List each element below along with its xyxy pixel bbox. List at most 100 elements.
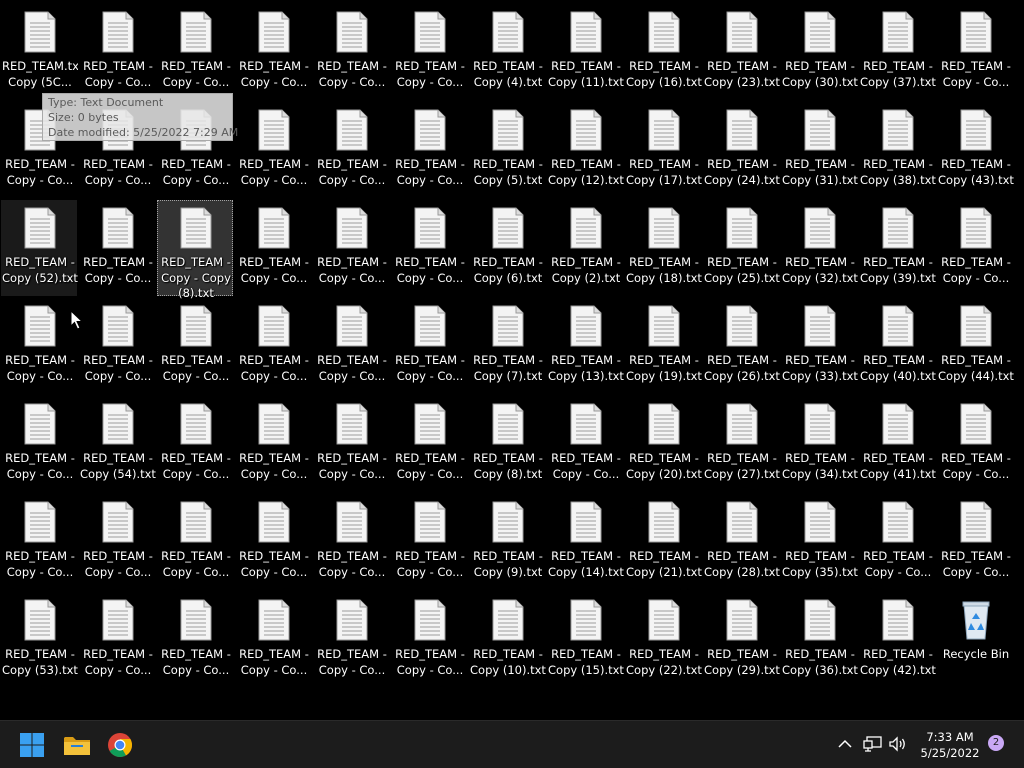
desktop-file-icon[interactable]: RED_TEAM - Copy (33).txt — [781, 298, 858, 394]
desktop-file-icon[interactable]: RED_TEAM - Copy (53).txt — [1, 592, 78, 688]
desktop-file-icon[interactable]: RED_TEAM - Copy - Co... — [313, 4, 389, 100]
desktop-file-icon[interactable]: RED_TEAM - Copy (9).txt — [469, 494, 545, 590]
desktop-file-icon[interactable]: RED_TEAM - Copy (34).txt — [781, 396, 858, 492]
desktop-file-icon[interactable]: RED_TEAM - Copy (11).txt — [547, 4, 624, 100]
desktop-file-icon[interactable]: RED_TEAM - Copy (16).txt — [625, 4, 702, 100]
desktop-file-icon[interactable]: RED_TEAM - Copy (12).txt — [547, 102, 624, 198]
network-icon[interactable] — [862, 735, 884, 753]
desktop-file-icon[interactable]: RED_TEAM - Copy - Co... — [313, 396, 389, 492]
desktop-file-icon[interactable]: RED_TEAM - Copy (31).txt — [781, 102, 858, 198]
desktop-file-icon[interactable]: RED_TEAM - Copy (27).txt — [703, 396, 780, 492]
desktop-file-icon[interactable]: RED_TEAM - Copy (39).txt — [859, 200, 936, 296]
desktop-file-icon[interactable]: RED_TEAM - Copy - Co... — [937, 4, 1013, 100]
desktop-file-icon[interactable]: RED_TEAM - Copy - Co... — [79, 4, 155, 100]
text-document-icon — [570, 501, 602, 543]
desktop-file-icon[interactable]: RED_TEAM - Copy (43).txt — [937, 102, 1014, 198]
desktop-file-icon[interactable]: RED_TEAM - Copy - Co... — [235, 592, 311, 688]
desktop-file-icon[interactable]: RED_TEAM - Copy (22).txt — [625, 592, 702, 688]
desktop-file-icon[interactable]: RED_TEAM - Copy (5).txt — [469, 102, 545, 198]
desktop-file-icon[interactable]: RED_TEAM - Copy - Co... — [235, 494, 311, 590]
desktop-file-icon[interactable]: RED_TEAM - Copy - Co... — [391, 102, 467, 198]
notification-badge[interactable]: 2 — [988, 735, 1004, 751]
desktop-file-icon[interactable]: RED_TEAM - Copy (42).txt — [859, 592, 936, 688]
desktop-file-icon[interactable]: RED_TEAM - Copy (4).txt — [469, 4, 545, 100]
desktop-file-icon[interactable]: RED_TEAM - Copy - Co... — [937, 200, 1013, 296]
desktop-file-icon[interactable]: RED_TEAM - Copy (20).txt — [625, 396, 702, 492]
desktop-file-icon[interactable]: RED_TEAM - Copy (25).txt — [703, 200, 780, 296]
chrome-icon[interactable] — [104, 729, 136, 761]
desktop-file-icon[interactable]: RED_TEAM - Copy (40).txt — [859, 298, 936, 394]
desktop-file-icon[interactable]: RED_TEAM - Copy - Co... — [157, 494, 233, 590]
file-explorer-icon[interactable] — [61, 729, 93, 761]
desktop-file-icon[interactable]: RED_TEAM - Copy - Co... — [313, 592, 389, 688]
desktop-file-icon[interactable]: RED_TEAM - Copy (41).txt — [859, 396, 936, 492]
desktop-file-icon[interactable]: RED_TEAM - Copy - Co... — [157, 4, 233, 100]
desktop-file-icon[interactable]: RED_TEAM - Copy (38).txt — [859, 102, 936, 198]
desktop-file-icon[interactable]: RED_TEAM - Copy - Co... — [1, 298, 77, 394]
desktop-file-icon[interactable]: RED_TEAM - Copy - Co... — [157, 592, 233, 688]
desktop-file-icon[interactable]: RED_TEAM - Copy (29).txt — [703, 592, 780, 688]
desktop-file-icon[interactable]: RED_TEAM - Copy - Co... — [313, 102, 389, 198]
desktop-file-icon[interactable]: RED_TEAM - Copy - Co... — [391, 592, 467, 688]
desktop-file-icon[interactable]: RED_TEAM - Copy - Co... — [391, 396, 467, 492]
desktop-file-icon[interactable]: RED_TEAM - Copy - Co... — [157, 396, 233, 492]
desktop-file-icon[interactable]: RED_TEAM - Copy (23).txt — [703, 4, 780, 100]
desktop-file-icon[interactable]: RED_TEAM - Copy (7).txt — [469, 298, 545, 394]
desktop-file-icon[interactable]: RED_TEAM - Copy (36).txt — [781, 592, 858, 688]
desktop-file-icon[interactable]: RED_TEAM - Copy - Co... — [937, 396, 1013, 492]
desktop-file-icon[interactable]: RED_TEAM - Copy - Co... — [391, 298, 467, 394]
desktop-file-icon[interactable]: RED_TEAM - Copy - Copy (8).txt — [157, 200, 233, 300]
desktop-file-icon[interactable]: RED_TEAM - Copy (10).txt — [469, 592, 546, 688]
desktop-file-icon[interactable]: RED_TEAM - Copy (2).txt — [547, 200, 623, 296]
desktop-file-icon[interactable]: RED_TEAM - Copy - Co... — [391, 494, 467, 590]
desktop-file-icon[interactable]: RED_TEAM - Copy (8).txt — [469, 396, 545, 492]
desktop-file-icon[interactable]: RED_TEAM - Copy (44).txt — [937, 298, 1014, 394]
desktop-file-icon[interactable]: RED_TEAM - Copy - Co... — [859, 494, 935, 590]
desktop-icon-label-line: RED_TEAM - — [83, 255, 153, 269]
windows-start-icon[interactable] — [16, 729, 48, 761]
desktop-file-icon[interactable]: RED_TEAM - Copy (35).txt — [781, 494, 858, 590]
chevron-up-icon[interactable] — [836, 735, 854, 753]
desktop-icon-label-line: RED_TEAM - — [161, 59, 231, 73]
desktop-file-icon[interactable]: RED_TEAM - Copy (26).txt — [703, 298, 780, 394]
desktop-file-icon[interactable]: RED_TEAM - Copy (37).txt — [859, 4, 936, 100]
desktop-file-icon[interactable]: RED_TEAM - Copy (32).txt — [781, 200, 858, 296]
desktop-file-icon[interactable]: RED_TEAM - Copy - Co... — [235, 102, 311, 198]
desktop-file-icon[interactable]: RED_TEAM - Copy - Co... — [1, 494, 77, 590]
desktop-file-icon[interactable]: RED_TEAM - Copy - Co... — [313, 494, 389, 590]
desktop-file-icon[interactable]: RED_TEAM - Copy - Co... — [1, 396, 77, 492]
desktop-file-icon[interactable]: RED_TEAM - Copy - Co... — [937, 494, 1013, 590]
desktop-file-icon[interactable]: RED_TEAM - Copy - Co... — [235, 200, 311, 296]
desktop-file-icon[interactable]: RED_TEAM - Copy - Co... — [157, 298, 233, 394]
desktop-file-icon[interactable]: RED_TEAM - Copy (13).txt — [547, 298, 624, 394]
desktop-file-icon[interactable]: RED_TEAM - Copy (52).txt — [1, 200, 78, 296]
system-clock[interactable]: 7:33 AM 5/25/2022 — [916, 729, 984, 761]
desktop-file-icon[interactable]: RED_TEAM - Copy - Co... — [547, 396, 623, 492]
recycle-bin[interactable]: Recycle Bin — [937, 592, 1013, 688]
desktop-file-icon[interactable]: RED_TEAM - Copy (6).txt — [469, 200, 545, 296]
desktop-file-icon[interactable]: RED_TEAM - Copy - Co... — [313, 200, 389, 296]
desktop-file-icon[interactable]: RED_TEAM - Copy - Co... — [313, 298, 389, 394]
desktop-file-icon[interactable]: RED_TEAM - Copy - Co... — [391, 200, 467, 296]
desktop-file-icon[interactable]: RED_TEAM - Copy - Co... — [235, 396, 311, 492]
desktop-file-icon[interactable]: RED_TEAM - Copy - Co... — [391, 4, 467, 100]
desktop-file-icon[interactable]: RED_TEAM - Copy (28).txt — [703, 494, 780, 590]
desktop-file-icon[interactable]: RED_TEAM - Copy (54).txt — [79, 396, 156, 492]
desktop-file-icon[interactable]: RED_TEAM - Copy - Co... — [235, 298, 311, 394]
desktop-file-icon[interactable]: RED_TEAM - Copy - Co... — [79, 494, 155, 590]
desktop-file-icon[interactable]: RED_TEAM - Copy (17).txt — [625, 102, 702, 198]
desktop-file-icon[interactable]: RED_TEAM - Copy - Co... — [79, 592, 155, 688]
desktop-file-icon[interactable]: RED_TEAM - Copy (30).txt — [781, 4, 858, 100]
desktop-file-icon[interactable]: RED_TEAM - Copy (19).txt — [625, 298, 702, 394]
desktop-file-icon[interactable]: RED_TEAM - Copy - Co... — [235, 4, 311, 100]
volume-icon[interactable] — [888, 735, 908, 753]
desktop-file-icon[interactable]: RED_TEAM.txt Copy (5C... — [1, 4, 78, 100]
desktop-file-icon[interactable]: RED_TEAM - Copy (14).txt — [547, 494, 624, 590]
desktop-file-icon[interactable]: RED_TEAM - Copy (24).txt — [703, 102, 780, 198]
desktop-file-icon[interactable]: RED_TEAM - Copy - Co... — [79, 298, 155, 394]
desktop-file-icon[interactable]: RED_TEAM - Copy (15).txt — [547, 592, 624, 688]
desktop-file-icon[interactable]: RED_TEAM - Copy - Co... — [79, 200, 155, 296]
desktop-file-icon[interactable]: RED_TEAM - Copy (21).txt — [625, 494, 702, 590]
desktop-file-icon[interactable]: RED_TEAM - Copy (18).txt — [625, 200, 702, 296]
desktop-icon-label-line: RED_TEAM - — [161, 647, 231, 661]
